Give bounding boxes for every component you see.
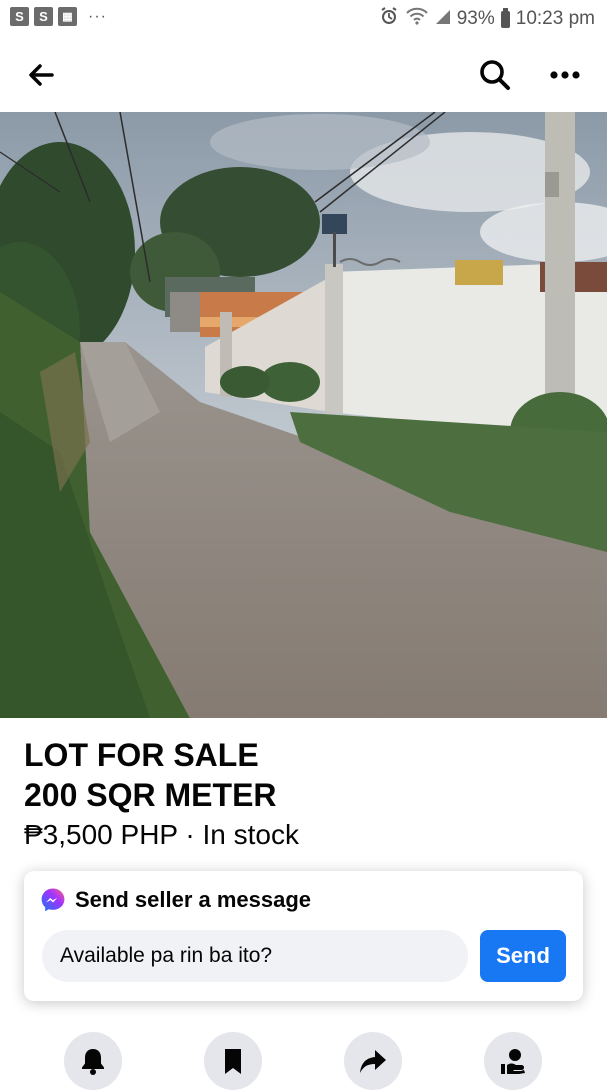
clock: 10:23 pm [515, 8, 595, 29]
battery-percent: 93% [456, 8, 495, 29]
seller-icon [501, 1049, 525, 1074]
listing-photo[interactable] [0, 112, 607, 718]
notification-icon: S [10, 7, 29, 26]
notify-button[interactable] [64, 1032, 122, 1090]
app-grid-icon: ▦ [58, 7, 77, 26]
share-button[interactable] [344, 1032, 402, 1090]
wifi-icon [405, 6, 429, 32]
listing-title: LOT FOR SALE 200 SQR METER [24, 737, 277, 813]
message-seller-card: Send seller a message Send [24, 871, 583, 1001]
availability-status: In stock [202, 819, 299, 850]
listing-price: ₱3,500 PHP [24, 819, 178, 850]
more-icon [550, 71, 580, 79]
action-row [0, 1030, 607, 1090]
signal-icon [435, 7, 451, 31]
separator: · [177, 819, 203, 850]
share-icon [360, 1050, 386, 1073]
seller-button[interactable] [484, 1032, 542, 1090]
app-bar [0, 38, 607, 112]
messenger-icon [41, 888, 65, 912]
message-input[interactable] [42, 930, 468, 982]
bookmark-icon [225, 1049, 241, 1074]
notification-icons: S S ▦ ··· [10, 7, 107, 26]
notification-overflow: ··· [88, 7, 107, 25]
save-button[interactable] [204, 1032, 262, 1090]
alarm-icon [379, 6, 399, 32]
more-options-button[interactable] [546, 58, 584, 92]
back-arrow-icon [29, 64, 54, 86]
bell-icon [82, 1049, 104, 1075]
search-icon [480, 60, 510, 90]
message-card-heading: Send seller a message [75, 887, 312, 912]
search-button[interactable] [476, 56, 514, 94]
status-bar: S S ▦ ··· 93% 10:23 pm [0, 0, 607, 38]
price-line: ₱3,500 PHP · In stock [24, 818, 299, 852]
notification-icon: S [34, 7, 53, 26]
listing-image [0, 112, 607, 718]
system-indicators: 93% 10:23 pm [379, 6, 595, 32]
send-button[interactable]: Send [480, 930, 566, 982]
message-card-header: Send seller a message [40, 887, 311, 913]
back-button[interactable] [24, 58, 58, 92]
battery-icon [500, 7, 510, 28]
